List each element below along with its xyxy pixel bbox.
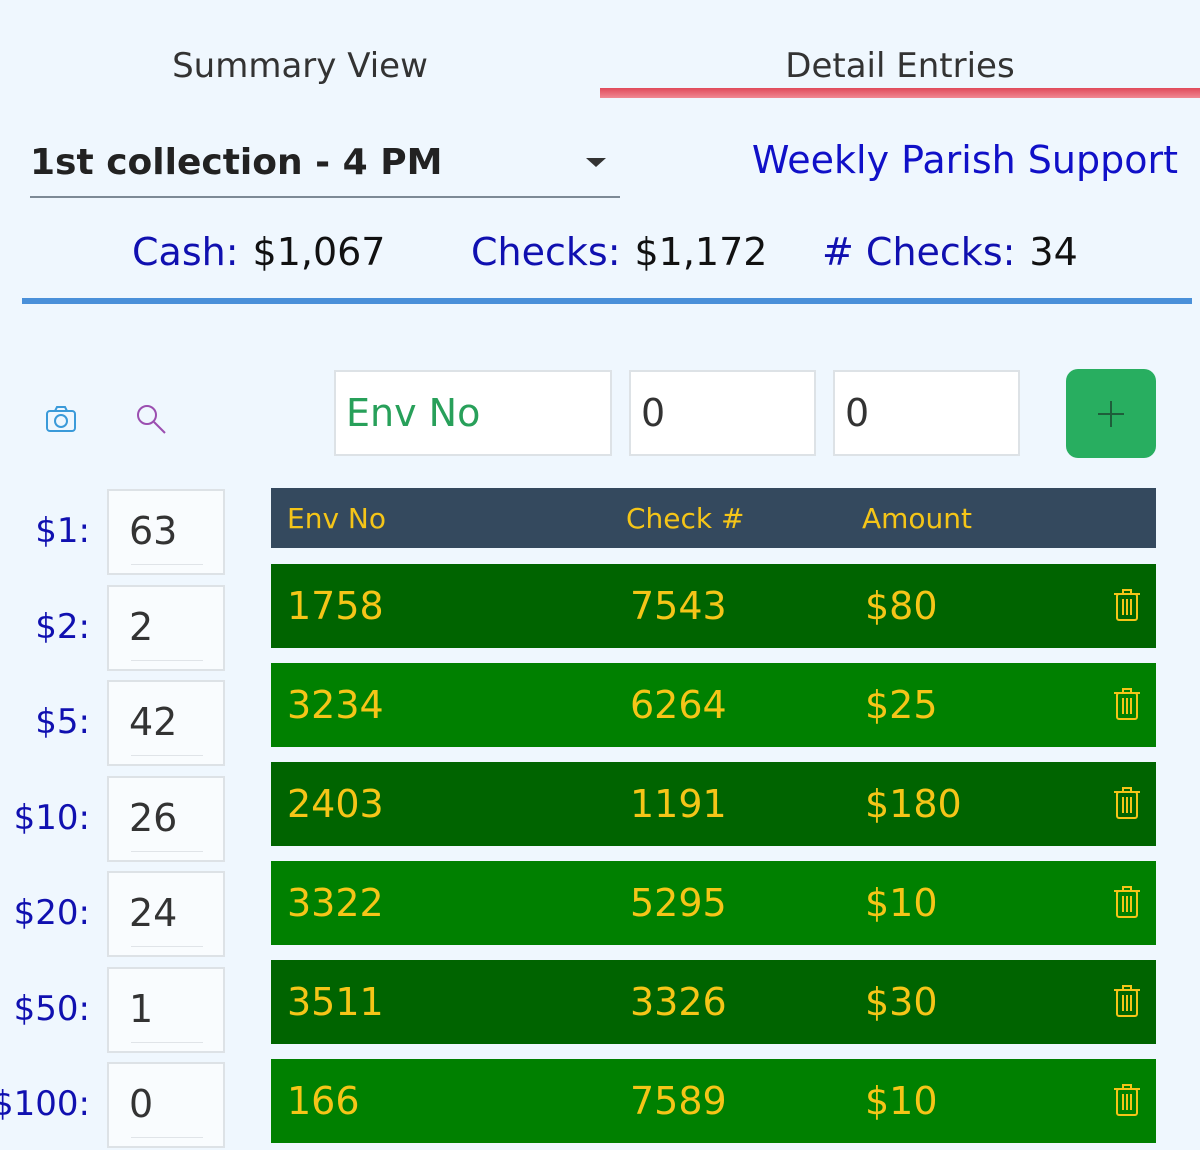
denomination-count-input[interactable]: 26	[107, 776, 225, 862]
table-row[interactable]: 2403 1191 $180	[271, 762, 1156, 846]
fund-link[interactable]: Weekly Parish Support	[752, 138, 1178, 182]
denomination-2: $2: 2	[0, 585, 230, 673]
table-row[interactable]: 1758 7543 $80	[271, 564, 1156, 648]
add-entry-button[interactable]	[1066, 369, 1156, 458]
trash-icon[interactable]	[1113, 1083, 1141, 1117]
num-checks-value: 34	[1029, 230, 1078, 274]
denomination-label: $10:	[13, 798, 90, 838]
cash-total: Cash: $1,067	[132, 230, 385, 274]
cell-env-no: 3234	[287, 683, 384, 727]
denomination-label: $100:	[0, 1084, 90, 1124]
cell-check-number: 7543	[630, 584, 727, 628]
table-row[interactable]: 166 7589 $10	[271, 1059, 1156, 1143]
checks-value: $1,172	[634, 230, 768, 274]
trash-icon[interactable]	[1113, 984, 1141, 1018]
cell-env-no: 1758	[287, 584, 384, 628]
denomination-5: $5: 42	[0, 680, 230, 768]
trash-icon[interactable]	[1113, 588, 1141, 622]
table-row[interactable]: 3511 3326 $30	[271, 960, 1156, 1044]
collection-dropdown[interactable]: 1st collection - 4 PM	[30, 128, 620, 198]
column-header-amount: Amount	[862, 502, 973, 535]
denomination-count-input[interactable]: 63	[107, 489, 225, 575]
camera-icon[interactable]	[36, 394, 86, 444]
num-checks-total: # Checks: 34	[822, 230, 1078, 274]
checks-label: Checks:	[471, 230, 621, 274]
cell-check-number: 3326	[630, 980, 727, 1024]
denomination-count: 24	[129, 891, 178, 935]
trash-icon[interactable]	[1113, 687, 1141, 721]
denomination-count: 26	[129, 796, 178, 840]
denomination-count: 1	[129, 987, 154, 1031]
tab-detail-entries[interactable]: Detail Entries	[600, 0, 1200, 100]
totals-divider	[22, 298, 1192, 304]
cell-amount: $25	[865, 683, 938, 727]
denomination-label: $2:	[35, 607, 90, 647]
trash-icon[interactable]	[1113, 885, 1141, 919]
active-tab-indicator	[600, 88, 1200, 98]
amount-input[interactable]: 0	[833, 370, 1020, 456]
tab-summary-view[interactable]: Summary View	[0, 0, 600, 100]
table-row[interactable]: 3234 6264 $25	[271, 663, 1156, 747]
denomination-count-input[interactable]: 1	[107, 967, 225, 1053]
cell-env-no: 166	[287, 1079, 360, 1123]
denomination-label: $1:	[35, 511, 90, 551]
checks-total: Checks: $1,172	[471, 230, 767, 274]
cell-env-no: 3511	[287, 980, 384, 1024]
num-checks-label: # Checks:	[822, 230, 1016, 274]
env-no-input[interactable]: Env No	[334, 370, 612, 456]
entries-table-header: Env No Check # Amount	[271, 488, 1156, 548]
denomination-count-input[interactable]: 24	[107, 871, 225, 957]
cash-label: Cash:	[132, 230, 239, 274]
denomination-label: $50:	[13, 989, 90, 1029]
denomination-100: $100: 0	[0, 1062, 230, 1150]
check-number-input[interactable]: 0	[629, 370, 816, 456]
denomination-20: $20: 24	[0, 871, 230, 959]
cell-env-no: 3322	[287, 881, 384, 925]
cell-check-number: 6264	[630, 683, 727, 727]
trash-icon[interactable]	[1113, 786, 1141, 820]
denomination-count-input[interactable]: 42	[107, 680, 225, 766]
denomination-label: $5:	[35, 702, 90, 742]
search-icon[interactable]	[126, 394, 176, 444]
denomination-1: $1: 63	[0, 489, 230, 577]
denomination-50: $50: 1	[0, 967, 230, 1055]
cell-amount: $10	[865, 881, 938, 925]
cell-check-number: 5295	[630, 881, 727, 925]
denomination-count-input[interactable]: 0	[107, 1062, 225, 1148]
cell-amount: $180	[865, 782, 962, 826]
chevron-down-icon	[586, 158, 606, 167]
cell-amount: $10	[865, 1079, 938, 1123]
plus-icon	[1098, 400, 1124, 427]
denomination-10: $10: 26	[0, 776, 230, 864]
denomination-count: 42	[129, 700, 178, 744]
cell-env-no: 2403	[287, 782, 384, 826]
table-row[interactable]: 3322 5295 $10	[271, 861, 1156, 945]
denomination-count: 63	[129, 509, 178, 553]
cell-amount: $30	[865, 980, 938, 1024]
column-header-env-no: Env No	[287, 502, 386, 535]
collection-selected-value: 1st collection - 4 PM	[30, 142, 443, 183]
denomination-label: $20:	[13, 893, 90, 933]
denomination-count-input[interactable]: 2	[107, 585, 225, 671]
cell-amount: $80	[865, 584, 938, 628]
cell-check-number: 1191	[630, 782, 727, 826]
denomination-count: 0	[129, 1082, 154, 1126]
denomination-count: 2	[129, 605, 154, 649]
column-header-check-number: Check #	[626, 502, 745, 535]
cell-check-number: 7589	[630, 1079, 727, 1123]
cash-value: $1,067	[252, 230, 386, 274]
